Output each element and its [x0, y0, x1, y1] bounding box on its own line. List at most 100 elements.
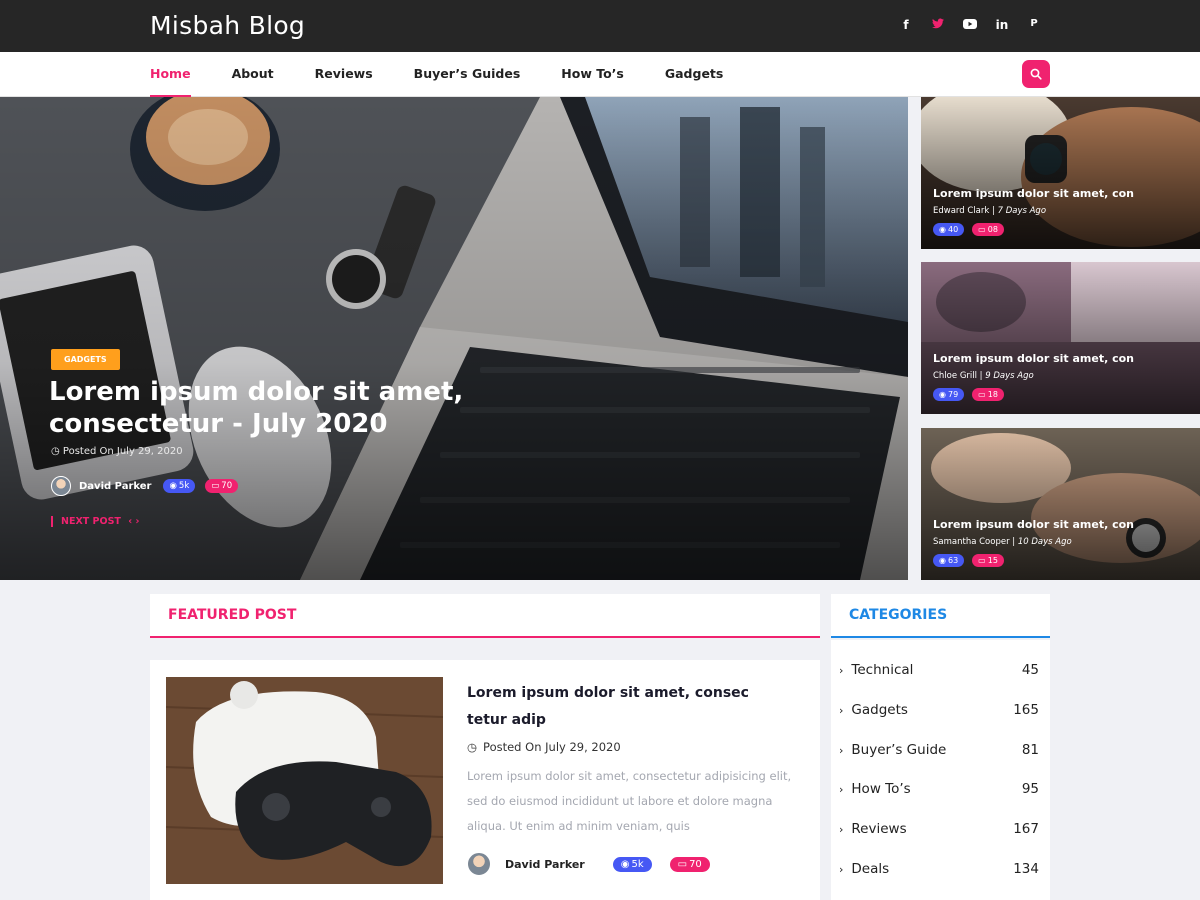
social-links: f in P [890, 18, 1050, 32]
views-badge: ◉ 79 [933, 388, 965, 401]
nav-reviews[interactable]: Reviews [315, 52, 373, 97]
category-item-buyers-guide[interactable]: › Buyer’s Guide 81 [839, 739, 1039, 761]
chevron-right-icon: › [839, 703, 844, 717]
featured-post-excerpt: Lorem ipsum dolor sit amet, consectetur … [467, 769, 792, 833]
hero-date: ◷ Posted On July 29, 2020 [51, 446, 183, 457]
chevron-left-right-icon[interactable]: ‹ › [128, 516, 139, 527]
side-post-meta: Chloe Grill | 9 Days Ago [933, 371, 1034, 381]
category-name: Technical [851, 662, 914, 678]
twitter-icon[interactable] [922, 18, 954, 32]
pinterest-icon[interactable]: P [1018, 18, 1050, 32]
featured-post: Lorem ipsum dolor sit amet, consec tetur… [150, 660, 820, 900]
next-post-label: NEXT POST [61, 516, 121, 527]
category-item-deals[interactable]: › Deals 134 [839, 858, 1039, 880]
category-name: Reviews [851, 821, 907, 837]
comments-count: 08 [987, 225, 998, 234]
side-post-meta: Edward Clark | 7 Days Ago [933, 206, 1047, 216]
views-count: 79 [947, 390, 959, 399]
hero-meta: David Parker ◉ 5k ▭ 70 [51, 476, 248, 496]
category-badge[interactable]: GADGETS [51, 349, 120, 370]
side-post-2[interactable]: Lorem ipsum dolor sit amet, con Chloe Gr… [921, 262, 1200, 414]
featured-post-title[interactable]: Lorem ipsum dolor sit amet, consec tetur… [467, 680, 767, 734]
views-badge: ◉ 5k [612, 856, 652, 872]
category-name: How To’s [851, 781, 911, 797]
nav-how-tos[interactable]: How To’s [561, 52, 624, 97]
clock-icon: ◷ [51, 446, 63, 457]
eye-icon: ◉ [620, 858, 630, 870]
clock-icon: ◷ [467, 740, 478, 754]
side-post-meta: Samantha Cooper | 10 Days Ago [933, 537, 1072, 547]
views-badge: ◉ 5k [163, 479, 196, 493]
eye-icon: ◉ [939, 390, 946, 399]
category-count: 165 [1013, 702, 1039, 718]
views-badge: ◉ 63 [933, 554, 965, 567]
category-item-how-tos[interactable]: › How To’s 95 [839, 778, 1039, 800]
search-button[interactable] [1022, 60, 1050, 88]
nav-about[interactable]: About [232, 52, 274, 97]
featured-date-text: Posted On July 29, 2020 [483, 740, 621, 754]
hero-author[interactable]: David Parker [79, 481, 151, 492]
categories-heading-text: CATEGORIES [849, 607, 948, 623]
comment-icon: ▭ [211, 481, 220, 491]
comments-count: 70 [689, 858, 702, 870]
side-post-3[interactable]: Lorem ipsum dolor sit amet, con Samantha… [921, 428, 1200, 580]
categories-list: › Technical 45 › Gadgets 165 › Buyer’s Guide 8… [831, 640, 1050, 900]
avatar [51, 476, 71, 496]
hero-image [0, 97, 908, 580]
category-count: 95 [1021, 781, 1039, 797]
category-count: 81 [1021, 742, 1039, 758]
site-title[interactable]: Misbah Blog [150, 11, 305, 40]
side-post-ago: 9 Days Ago [985, 371, 1034, 381]
side-post-ago: 10 Days Ago [1017, 537, 1072, 547]
views-badge: ◉ 40 [933, 223, 965, 236]
category-name: Deals [851, 861, 890, 877]
side-post-title[interactable]: Lorem ipsum dolor sit amet, con [933, 518, 1134, 531]
comment-icon: ▭ [978, 390, 986, 399]
category-count: 45 [1021, 662, 1039, 678]
linkedin-icon[interactable]: in [986, 18, 1018, 32]
comments-count: 15 [987, 556, 998, 565]
hero-title[interactable]: Lorem ipsum dolor sit amet, consectetur … [49, 376, 469, 440]
categories-heading: CATEGORIES [831, 594, 1050, 638]
main-navbar: Home About Reviews Buyer’s Guides How To… [0, 52, 1200, 97]
comments-badge: ▭ 70 [669, 856, 710, 872]
featured-post-meta: David Parker ◉ 5k ▭ 70 [467, 852, 728, 876]
nav-gadgets[interactable]: Gadgets [665, 52, 723, 97]
side-post-title[interactable]: Lorem ipsum dolor sit amet, con [933, 352, 1134, 365]
side-post-1[interactable]: Lorem ipsum dolor sit amet, con Edward C… [921, 97, 1200, 249]
side-post-author: Edward Clark [933, 206, 990, 216]
views-count: 40 [947, 225, 959, 234]
comment-icon: ▭ [978, 556, 986, 565]
chevron-right-icon: › [839, 782, 844, 796]
category-count: 167 [1013, 821, 1039, 837]
chevron-right-icon: › [839, 822, 844, 836]
category-item-reviews[interactable]: › Reviews 167 [839, 818, 1039, 840]
nav-buyers-guides[interactable]: Buyer’s Guides [414, 52, 521, 97]
comments-badge: ▭ 18 [972, 388, 1004, 401]
featured-heading-text: FEATURED POST [168, 607, 297, 623]
nav-home[interactable]: Home [150, 52, 191, 97]
category-item-technical[interactable]: › Technical 45 [839, 659, 1039, 681]
category-item-gadgets[interactable]: › Gadgets 165 [839, 699, 1039, 721]
comments-badge: ▭ 70 [205, 479, 239, 493]
eye-icon: ◉ [939, 225, 946, 234]
hero-post[interactable]: GADGETS Lorem ipsum dolor sit amet, cons… [0, 97, 908, 580]
featured-post-image[interactable] [166, 677, 443, 884]
category-count: 134 [1013, 861, 1039, 877]
comments-count: 18 [987, 390, 998, 399]
youtube-icon[interactable] [954, 18, 986, 32]
facebook-icon[interactable]: f [890, 18, 922, 32]
side-post-stats: ◉ 79 ▭ 18 [933, 388, 1012, 401]
comment-icon: ▭ [677, 858, 688, 870]
featured-author[interactable]: David Parker [505, 858, 585, 871]
side-post-stats: ◉ 40 ▭ 08 [933, 223, 1012, 236]
side-post-author: Samantha Cooper [933, 537, 1010, 547]
side-post-title[interactable]: Lorem ipsum dolor sit amet, con [933, 187, 1134, 200]
side-post-ago: 7 Days Ago [997, 206, 1047, 216]
views-count: 63 [947, 556, 959, 565]
hero-date-text: Posted On July 29, 2020 [62, 446, 183, 457]
next-post-link[interactable]: NEXT POST ‹ › [51, 516, 139, 527]
chevron-right-icon: › [839, 743, 844, 757]
eye-icon: ◉ [169, 481, 177, 491]
category-name: Buyer’s Guide [851, 742, 947, 758]
